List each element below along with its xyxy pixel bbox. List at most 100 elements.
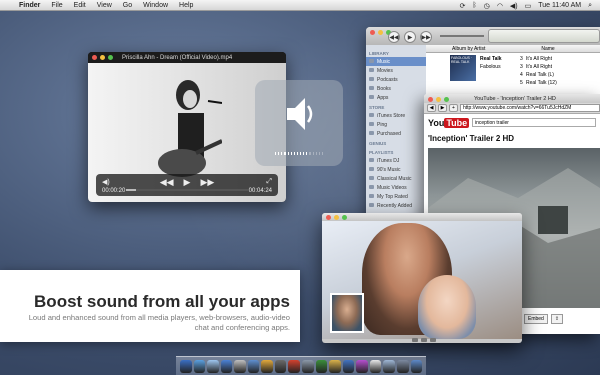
mute-icon[interactable] bbox=[412, 338, 418, 342]
track-name[interactable]: It's All Right bbox=[526, 56, 552, 62]
close-icon[interactable] bbox=[326, 214, 331, 220]
add-bookmark-icon[interactable]: + bbox=[449, 104, 458, 112]
track-list-header: Album by Artist Name bbox=[426, 45, 600, 53]
bluetooth-icon[interactable]: ᛒ bbox=[473, 2, 477, 9]
sidebar-item-itunes-dj[interactable]: iTunes DJ bbox=[366, 156, 426, 165]
track-number: 3 bbox=[520, 64, 523, 70]
volume-segment bbox=[306, 152, 308, 155]
sidebar-item-movies[interactable]: Movies bbox=[366, 66, 426, 75]
dock-app-icon[interactable] bbox=[342, 360, 355, 373]
fullscreen-icon[interactable]: ⤢ bbox=[266, 178, 272, 186]
volume-segment bbox=[300, 152, 302, 155]
time-elapsed: 00:00:20 bbox=[102, 188, 126, 194]
share-icon[interactable]: ⇪ bbox=[550, 314, 564, 324]
fast-forward-icon[interactable]: ▶▶ bbox=[200, 177, 214, 188]
sidebar-item-music[interactable]: Music bbox=[366, 57, 426, 66]
menu-window[interactable]: Window bbox=[143, 2, 168, 9]
progress-bar[interactable] bbox=[126, 189, 248, 191]
self-view-thumbnail[interactable] bbox=[330, 293, 364, 333]
dock-app-icon[interactable] bbox=[207, 360, 219, 373]
back-icon[interactable]: ◀ bbox=[427, 104, 436, 112]
play-icon[interactable]: ▶ bbox=[184, 177, 191, 188]
fullscreen-icon[interactable] bbox=[430, 338, 436, 342]
volume-segment bbox=[287, 152, 289, 155]
close-icon[interactable] bbox=[92, 55, 97, 60]
sidebar-item-apps[interactable]: Apps bbox=[366, 93, 426, 102]
forward-icon[interactable]: ▶ bbox=[438, 104, 447, 112]
menu-app-name[interactable]: Finder bbox=[19, 2, 40, 9]
sync-icon[interactable]: ⟳ bbox=[460, 2, 466, 10]
itunes-volume-slider[interactable] bbox=[440, 35, 484, 37]
zoom-icon[interactable] bbox=[108, 55, 113, 60]
menu-help[interactable]: Help bbox=[179, 2, 193, 9]
dock-app-icon[interactable] bbox=[274, 360, 287, 373]
track-name[interactable]: It's All Right bbox=[526, 64, 552, 70]
dock-app-icon[interactable] bbox=[383, 360, 395, 373]
menu-view[interactable]: View bbox=[97, 2, 112, 9]
dock-app-icon[interactable] bbox=[261, 360, 273, 373]
sidebar-item-top-rated[interactable]: My Top Rated bbox=[366, 192, 426, 201]
zoom-icon[interactable] bbox=[342, 214, 347, 220]
menu-file[interactable]: File bbox=[51, 2, 62, 9]
itunes-sidebar: LIBRARY Music Movies Podcasts Books Apps… bbox=[366, 45, 426, 227]
previous-track-icon[interactable]: ◀◀ bbox=[388, 31, 400, 43]
chat-window-controls bbox=[326, 214, 347, 220]
track-name[interactable]: Real Talk (L) bbox=[526, 72, 554, 78]
play-icon[interactable]: ▶ bbox=[404, 31, 416, 43]
wifi-icon[interactable]: ◠ bbox=[497, 2, 503, 10]
track-number: 5 bbox=[520, 80, 523, 86]
dock-app-icon[interactable] bbox=[356, 360, 368, 373]
player-title-bar: Priscilla Ahn - Dream (Official Video).m… bbox=[88, 52, 286, 63]
battery-icon[interactable]: ▭ bbox=[525, 2, 532, 10]
dock-app-icon[interactable] bbox=[220, 360, 233, 373]
embed-button[interactable]: Embed bbox=[524, 314, 548, 324]
volume-segment bbox=[296, 152, 298, 155]
minimize-icon[interactable] bbox=[334, 214, 339, 220]
dock-app-icon[interactable] bbox=[288, 360, 300, 373]
sidebar-item-ping[interactable]: Ping bbox=[366, 120, 426, 129]
chat-controls bbox=[412, 338, 436, 342]
dock-app-icon[interactable] bbox=[247, 360, 260, 373]
dock-app-icon[interactable] bbox=[179, 360, 192, 373]
volume-menu-icon[interactable]: ◀) bbox=[510, 2, 518, 10]
minimize-icon[interactable] bbox=[378, 30, 383, 35]
menu-clock[interactable]: Tue 11:40 AM bbox=[538, 2, 581, 9]
dock-app-icon[interactable] bbox=[315, 360, 328, 373]
volume-segment bbox=[293, 152, 295, 155]
dock-app-icon[interactable] bbox=[302, 360, 314, 373]
dock-app-icon[interactable] bbox=[329, 360, 341, 373]
youtube-search-input[interactable]: inception trailer bbox=[472, 118, 596, 127]
sidebar-item-purchased[interactable]: Purchased bbox=[366, 129, 426, 138]
address-bar[interactable]: http://www.youtube.com/watch?v=66Tu5JcHd… bbox=[460, 104, 600, 112]
spotlight-icon[interactable]: ⌕ bbox=[588, 2, 592, 10]
sidebar-item-books[interactable]: Books bbox=[366, 84, 426, 93]
sidebar-item-90s-music[interactable]: 90's Music bbox=[366, 165, 426, 174]
remote-participant-child bbox=[418, 275, 476, 339]
minimize-icon[interactable] bbox=[436, 97, 441, 102]
dock-app-icon[interactable] bbox=[396, 360, 409, 373]
sidebar-item-itunes-store[interactable]: iTunes Store bbox=[366, 111, 426, 120]
dock-app-icon[interactable] bbox=[410, 360, 423, 373]
menu-edit[interactable]: Edit bbox=[74, 2, 86, 9]
sidebar-item-recently-added[interactable]: Recently Added bbox=[366, 201, 426, 210]
sidebar-item-music-videos[interactable]: Music Videos bbox=[366, 183, 426, 192]
end-call-icon[interactable] bbox=[421, 338, 427, 342]
menu-go[interactable]: Go bbox=[123, 2, 132, 9]
sidebar-item-podcasts[interactable]: Podcasts bbox=[366, 75, 426, 84]
column-name[interactable]: Name bbox=[541, 46, 554, 52]
dock-app-icon[interactable] bbox=[193, 360, 206, 373]
next-track-icon[interactable]: ▶▶ bbox=[420, 31, 432, 43]
dock-app-icon[interactable] bbox=[369, 360, 382, 373]
time-machine-icon[interactable]: ◷ bbox=[484, 2, 490, 10]
column-album[interactable]: Album by Artist bbox=[452, 46, 485, 52]
close-icon[interactable] bbox=[370, 30, 375, 35]
sidebar-item-classical[interactable]: Classical Music bbox=[366, 174, 426, 183]
itunes-toolbar: ◀◀ ▶ ▶▶ bbox=[366, 27, 600, 45]
dock-app-icon[interactable] bbox=[234, 360, 246, 373]
youtube-logo[interactable]: You Tube bbox=[428, 118, 470, 128]
rewind-icon[interactable]: ◀◀ bbox=[160, 177, 174, 188]
track-name[interactable]: Real Talk (12) bbox=[526, 80, 557, 86]
minimize-icon[interactable] bbox=[100, 55, 105, 60]
close-icon[interactable] bbox=[428, 97, 433, 102]
zoom-icon[interactable] bbox=[444, 97, 449, 102]
